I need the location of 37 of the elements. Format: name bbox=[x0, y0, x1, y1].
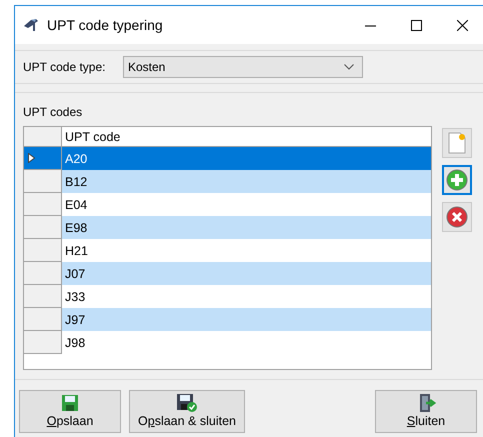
row-header[interactable] bbox=[24, 170, 62, 193]
maximize-icon bbox=[410, 20, 422, 30]
floppy-disk-check-icon bbox=[176, 393, 198, 412]
new-button[interactable] bbox=[442, 128, 472, 158]
delete-icon bbox=[446, 206, 468, 228]
row-header[interactable] bbox=[24, 331, 62, 354]
table-cell[interactable]: J33 bbox=[62, 285, 431, 308]
table-cell[interactable]: H21 bbox=[62, 239, 431, 262]
row-header[interactable] bbox=[24, 147, 62, 170]
table-cell[interactable]: J97 bbox=[62, 308, 431, 331]
code-type-dropdown[interactable]: Kosten bbox=[123, 56, 363, 78]
row-header[interactable] bbox=[24, 216, 62, 239]
table-cell[interactable]: E98 bbox=[62, 216, 431, 239]
window-title: UPT code typering bbox=[47, 17, 164, 33]
plus-icon bbox=[446, 169, 468, 191]
table-cell[interactable]: B12 bbox=[62, 170, 431, 193]
table-cell[interactable]: J98 bbox=[62, 331, 431, 354]
close-icon bbox=[456, 20, 468, 30]
row-header[interactable] bbox=[24, 262, 62, 285]
chevron-down-icon bbox=[344, 64, 354, 70]
row-header[interactable] bbox=[24, 308, 62, 331]
current-row-icon bbox=[28, 153, 35, 163]
save-button[interactable]: Opslaan bbox=[19, 390, 121, 433]
close-dialog-button[interactable]: Sluiten bbox=[375, 390, 477, 433]
row-header[interactable] bbox=[24, 285, 62, 308]
save-and-close-button[interactable]: Opslaan & sluiten bbox=[129, 390, 245, 433]
row-header[interactable] bbox=[24, 193, 62, 216]
row-header[interactable] bbox=[24, 239, 62, 262]
add-button[interactable] bbox=[442, 165, 472, 195]
field-label: UPT code type: bbox=[23, 60, 106, 74]
app-icon bbox=[23, 17, 41, 33]
group-label: UPT codes bbox=[23, 105, 84, 121]
delete-button[interactable] bbox=[442, 202, 472, 232]
table-cell[interactable]: J07 bbox=[62, 262, 431, 285]
document-icon bbox=[448, 132, 466, 154]
table-cell[interactable]: E04 bbox=[62, 193, 431, 216]
table-cell[interactable]: A20 bbox=[62, 147, 431, 170]
